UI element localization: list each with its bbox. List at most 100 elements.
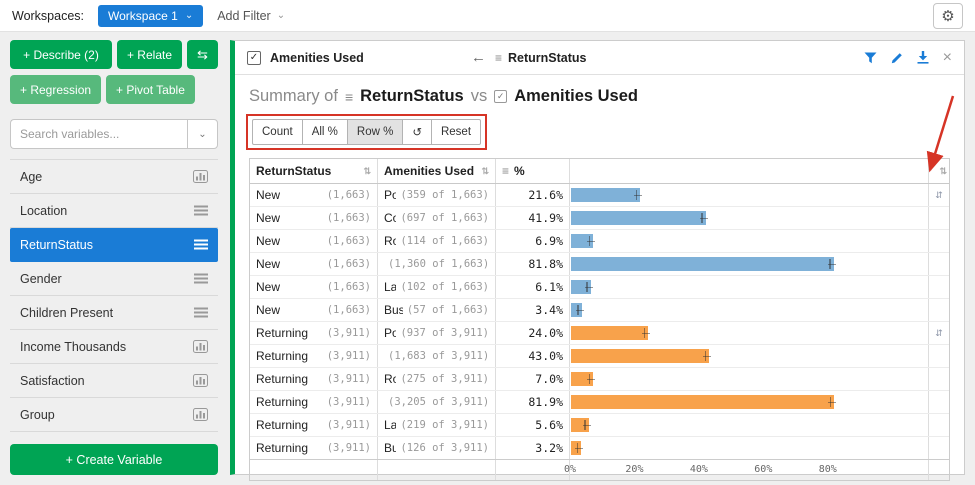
column-header-percent[interactable]: ≡ % — [496, 159, 570, 183]
list-icon — [194, 307, 208, 318]
search-input[interactable] — [10, 119, 187, 149]
axis-tick: 20% — [625, 464, 643, 475]
sidebar-item-satisfaction[interactable]: Satisfaction — [10, 364, 218, 398]
percent-bar — [571, 349, 709, 363]
swap-button[interactable]: ⇆ — [187, 40, 218, 69]
row-percent-button[interactable]: Row % — [347, 119, 403, 145]
sidebar-item-children-present[interactable]: Children Present — [10, 296, 218, 330]
analysis-card: ✓ Amenities Used ← ≡ ReturnStatus × — [230, 40, 965, 475]
workspaces-label: Workspaces: — [12, 9, 84, 23]
sidebar-item-income-thousands[interactable]: Income Thousands — [10, 330, 218, 364]
percent-value: 21.6% — [496, 184, 570, 206]
percent-bar — [571, 441, 581, 455]
filter-icon[interactable] — [864, 52, 877, 64]
table-row: Returning(3,911)Busin…(126 of 3,911)3.2% — [250, 437, 949, 460]
percent-value: 7.0% — [496, 368, 570, 390]
amenity-name: Pool — [384, 326, 396, 340]
axis-row: 0%20%40%60%80% — [250, 460, 949, 480]
sidebar-item-group[interactable]: Group — [10, 398, 218, 432]
all-percent-button[interactable]: All % — [302, 119, 348, 145]
chevron-down-icon: ⌄ — [277, 11, 285, 21]
group-name: Returning — [256, 326, 308, 340]
sidebar-item-gender[interactable]: Gender — [10, 262, 218, 296]
hamburger-icon: ≡ — [502, 164, 509, 178]
group-name: New — [256, 211, 280, 225]
workspace-button-label: Workspace 1 — [108, 9, 178, 23]
variable-label: Gender — [20, 272, 62, 286]
settings-button[interactable]: ⚙ — [933, 3, 963, 29]
add-filter-button[interactable]: Add Filter ⌄ — [217, 9, 285, 23]
group-count: (3,911) — [327, 327, 371, 339]
variable-label: Income Thousands — [20, 340, 126, 354]
chevron-down-icon: ⌄ — [185, 11, 193, 21]
search-dropdown-button[interactable]: ⌄ — [187, 119, 218, 149]
create-variable-button[interactable]: + Create Variable — [10, 444, 218, 475]
amenity-name: Late C… — [384, 280, 396, 294]
primary-variable-name: ReturnStatus — [360, 87, 464, 106]
sidebar-item-location[interactable]: Location — [10, 194, 218, 228]
amenity-count: (937 of 3,911) — [400, 327, 489, 339]
relate-button[interactable]: + Relate — [117, 40, 182, 69]
percent-bar — [571, 234, 593, 248]
sort-icon[interactable]: ⇅ — [363, 166, 371, 177]
group-name: Returning — [256, 372, 308, 386]
edit-pencil-icon[interactable] — [891, 52, 903, 64]
list-icon — [194, 273, 208, 284]
workspace-selector-button[interactable]: Workspace 1 ⌄ — [98, 5, 203, 27]
group-name: New — [256, 257, 280, 271]
close-icon[interactable]: × — [943, 50, 952, 66]
back-arrow-icon[interactable]: ← — [471, 49, 486, 66]
variable-label: Group — [20, 408, 55, 422]
amenity-count: (114 of 1,663) — [400, 235, 489, 247]
column-header-amenities[interactable]: Amenities Used ⇅ — [378, 159, 496, 183]
percent-value: 81.9% — [496, 391, 570, 413]
group-count: (1,663) — [327, 304, 371, 316]
amenity-count: (102 of 1,663) — [400, 281, 489, 293]
sidebar-item-age[interactable]: Age — [10, 160, 218, 194]
x-axis: 0%20%40%60%80% — [570, 460, 929, 480]
percent-bar — [571, 280, 591, 294]
row-sort-icon[interactable]: ⇵ — [935, 190, 943, 201]
summary-title: Summary of ≡ ReturnStatus vs ✓ Amenities… — [249, 87, 950, 106]
table-row: New(1,663)Room …(114 of 1,663)6.9% — [250, 230, 949, 253]
amenity-count: (275 of 3,911) — [400, 373, 489, 385]
group-count: (1,663) — [327, 235, 371, 247]
percent-value: 3.2% — [496, 437, 570, 459]
vs-connector: vs — [471, 87, 488, 106]
group-count: (3,911) — [327, 419, 371, 431]
count-button[interactable]: Count — [252, 119, 303, 145]
reset-button[interactable]: Reset — [431, 119, 481, 145]
table-row: Returning(3,911)Con…(1,683 of 3,911)43.0… — [250, 345, 949, 368]
percent-bar — [571, 257, 834, 271]
amenity-count: (359 of 1,663) — [400, 189, 489, 201]
hamburger-icon: ≡ — [345, 89, 353, 105]
percent-value: 6.9% — [496, 230, 570, 252]
group-name: Returning — [256, 441, 308, 455]
summary-table: ReturnStatus ⇅ Amenities Used ⇅ ≡ % ⇅ — [249, 158, 950, 481]
table-row: New(1,663)Busine…(57 of 1,663)3.4% — [250, 299, 949, 322]
group-name: Returning — [256, 395, 308, 409]
percent-value: 81.8% — [496, 253, 570, 275]
variable-search-row: ⌄ — [10, 119, 218, 149]
percent-value: 3.4% — [496, 299, 570, 321]
column-header-returnstatus[interactable]: ReturnStatus ⇅ — [250, 159, 378, 183]
amenity-name: Room … — [384, 234, 396, 248]
column-sort-icon[interactable]: ⇅ — [939, 166, 947, 177]
table-row: Returning(3,911)Hig…(3,205 of 3,911)81.9… — [250, 391, 949, 414]
regression-button[interactable]: + Regression — [10, 75, 101, 104]
row-sort-icon[interactable]: ⇵ — [935, 328, 943, 339]
group-count: (3,911) — [327, 396, 371, 408]
sidebar-item-returnstatus[interactable]: ReturnStatus — [10, 228, 218, 262]
download-icon[interactable] — [917, 51, 929, 64]
check-icon: ✓ — [250, 52, 258, 63]
pivot-table-button[interactable]: + Pivot Table — [106, 75, 195, 104]
refresh-button[interactable]: ↺ — [402, 119, 432, 145]
amenity-name: Busin… — [384, 441, 396, 455]
card-body: Summary of ≡ ReturnStatus vs ✓ Amenities… — [235, 75, 964, 481]
table-row: New(1,663)Contin…(697 of 1,663)41.9% — [250, 207, 949, 230]
group-count: (3,911) — [327, 373, 371, 385]
describe-button[interactable]: + Describe (2) — [10, 40, 112, 69]
percent-bar — [571, 303, 582, 317]
amenities-used-checkbox[interactable]: ✓ — [247, 51, 261, 65]
sort-icon[interactable]: ⇅ — [481, 166, 489, 177]
